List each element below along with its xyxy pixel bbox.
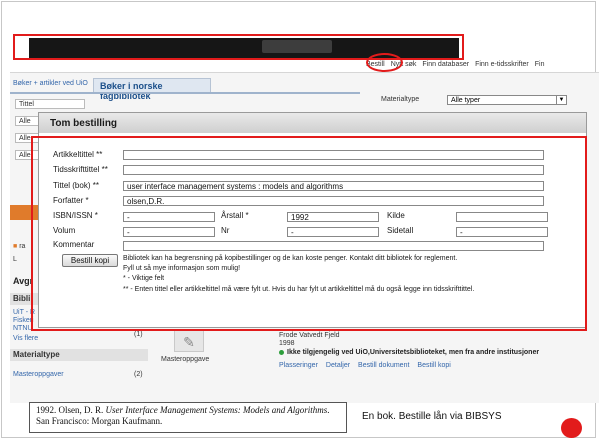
citation-box: 1992. Olsen, D. R. User Interface Manage…	[29, 402, 347, 433]
nav-finn-truncated[interactable]: Fin	[535, 61, 545, 68]
nav-finn-databaser[interactable]: Finn databaser	[422, 61, 469, 68]
tab-buker-artikler[interactable]: Bøker + artikler ved UiO	[13, 80, 88, 87]
chevron-down-icon: ▼	[556, 96, 566, 104]
status-dot-icon	[279, 349, 284, 355]
facet-count: (1)	[134, 331, 143, 338]
result-author: Frode Vatvedt Fjeld	[279, 332, 340, 339]
tab-underline	[10, 92, 360, 94]
citation-title: User Interface Management Systems: Model…	[105, 405, 328, 415]
sidebar-section-materialtype: Materialtype	[10, 349, 148, 361]
sidebar-fragment: L	[13, 256, 17, 263]
sidebar-line[interactable]: NTNU	[13, 325, 32, 332]
sidebar-fragment: ■ ra	[13, 243, 26, 250]
result-type-label: Masteroppgave	[161, 356, 210, 363]
link-bestill-kopi[interactable]: Bestill kopi	[417, 362, 450, 369]
red-dot-marker	[561, 418, 582, 438]
result-links: Plasseringer Detaljer Bestill dokument B…	[279, 362, 451, 369]
result-availability: Ikke tilgjengelig ved UiO,Universitetsbi…	[279, 349, 539, 356]
facet-count: (2)	[134, 371, 143, 378]
dialog-title: Tom bestilling	[50, 118, 118, 129]
highlight-rectangle-dialog	[31, 136, 587, 331]
slide: Bestill Nytt søk Finn databaser Finn e-t…	[0, 0, 599, 441]
rss-icon: ■	[13, 243, 18, 250]
link-plasseringer[interactable]: Plasseringer	[279, 362, 318, 369]
dialog-header	[39, 113, 586, 133]
materialtype-value: Alle typer	[451, 97, 481, 104]
materialtype-select[interactable]: Alle typer ▼	[447, 95, 567, 105]
search-field-row[interactable]: Tittel	[15, 99, 85, 109]
slide-caption: En bok. Bestille lån via BIBSYS	[362, 411, 502, 422]
highlight-circle-bestill	[366, 53, 403, 72]
facet-masteroppgaver[interactable]: Masteroppgaver	[13, 371, 64, 378]
nav-finn-e-tidsskrifter[interactable]: Finn e-tidsskrifter	[475, 61, 529, 68]
vis-flere-link[interactable]: Vis flere	[13, 335, 38, 342]
link-bestill-dokument[interactable]: Bestill dokument	[358, 362, 409, 369]
materialtype-label: Materialtype	[381, 96, 420, 103]
result-year: 1998	[279, 340, 295, 347]
tab-boker-norske-fagbibliotek[interactable]: Bøker i norske fagbibliotek	[93, 78, 211, 101]
document-icon: ✎	[183, 334, 195, 350]
result-thumbnail: ✎	[174, 330, 204, 352]
link-detaljer[interactable]: Detaljer	[326, 362, 350, 369]
citation-prefix: 1992. Olsen, D. R.	[36, 405, 106, 415]
